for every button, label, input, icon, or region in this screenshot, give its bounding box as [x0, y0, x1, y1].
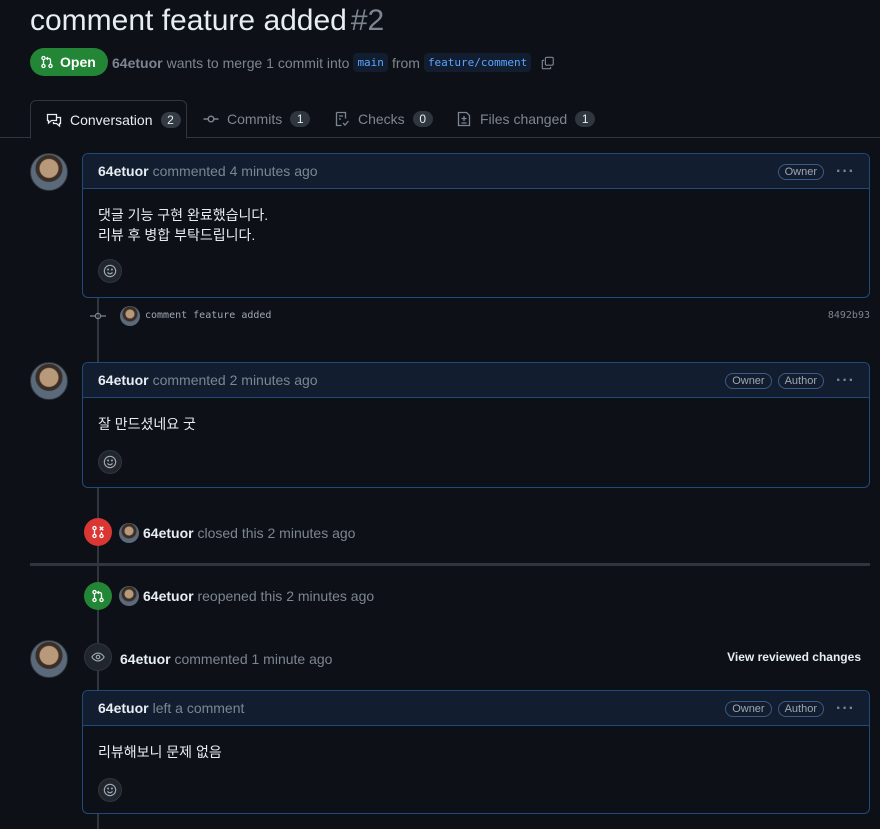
commit-event: comment feature added 8492b93 — [90, 306, 870, 326]
comment-meta[interactable]: commented 4 minutes ago — [153, 163, 318, 179]
comment-discussion-icon — [46, 113, 62, 127]
add-reaction-button[interactable] — [98, 259, 122, 283]
state-label: Open — [60, 54, 96, 70]
comment-author[interactable]: 64etuor — [98, 700, 149, 716]
comment-header: 64etuor commented 2 minutes ago Owner Au… — [83, 363, 869, 398]
comment-meta: left a comment — [152, 700, 245, 716]
tab-commits-label: Commits — [227, 111, 283, 127]
tab-checks[interactable]: Checks 0 — [334, 100, 433, 138]
author-badge: Author — [777, 372, 825, 389]
pr-title-text: comment feature added — [30, 4, 347, 37]
from-text: from — [391, 54, 420, 71]
closed-event-badge — [84, 518, 112, 546]
avatar[interactable] — [120, 306, 140, 326]
timeline-line — [97, 814, 99, 829]
comment-card: 64etuor commented 2 minutes ago Owner Au… — [82, 362, 870, 488]
timeline-divider — [30, 563, 870, 566]
commit-sha[interactable]: 8492b93 — [828, 310, 870, 321]
event-description: closed this 2 minutes ago — [197, 525, 356, 541]
comment-line: 리뷰해보니 문제 없음 — [98, 744, 222, 760]
state-badge: Open — [30, 48, 108, 76]
comment-header: 64etuor commented 4 minutes ago Owner ··… — [83, 154, 869, 189]
tab-conversation-label: Conversation — [70, 111, 153, 128]
comment-line: 잘 만드셨네요 굿 — [98, 416, 196, 432]
avatar[interactable] — [30, 153, 68, 191]
comment-card: 64etuor left a comment Owner Author ··· … — [82, 690, 870, 814]
owner-badge: Owner — [725, 372, 772, 389]
comment-card: 64etuor commented 4 minutes ago Owner ··… — [82, 153, 870, 298]
merge-text: wants to merge 1 commit into — [166, 54, 350, 71]
kebab-menu-icon[interactable]: ··· — [836, 700, 855, 718]
tab-conversation-count: 2 — [160, 111, 181, 128]
add-reaction-button[interactable] — [98, 450, 122, 474]
event-user[interactable]: 64etuor — [120, 651, 171, 667]
tab-files-changed-label: Files changed — [480, 111, 568, 127]
review-event-badge — [84, 643, 112, 671]
copy-icon[interactable] — [541, 56, 555, 70]
event-description: reopened this 2 minutes ago — [197, 588, 375, 604]
comment-body: 댓글 기능 구현 완료했습니다. 리뷰 후 병합 부탁드립니다. — [83, 189, 869, 283]
avatar[interactable] — [30, 362, 68, 400]
view-reviewed-changes-link[interactable]: View reviewed changes — [727, 650, 861, 664]
tab-checks-label: Checks — [358, 111, 405, 127]
avatar[interactable] — [119, 586, 139, 606]
merge-info: 64etuor wants to merge 1 commit into mai… — [112, 53, 555, 72]
tab-conversation[interactable]: Conversation 2 — [30, 100, 187, 139]
tab-files-changed[interactable]: Files changed 1 — [456, 100, 596, 138]
add-reaction-button[interactable] — [98, 778, 122, 802]
owner-badge: Owner — [725, 700, 772, 717]
comment-line: 리뷰 후 병합 부탁드립니다. — [98, 227, 256, 243]
eye-icon — [91, 652, 105, 662]
head-branch[interactable]: feature/comment — [423, 53, 532, 72]
tab-files-changed-count: 1 — [575, 111, 596, 127]
comment-header: 64etuor left a comment Owner Author ··· — [83, 691, 869, 726]
checklist-icon — [335, 111, 349, 127]
comment-meta[interactable]: commented 2 minutes ago — [153, 372, 318, 388]
tab-checks-count: 0 — [412, 111, 433, 127]
smiley-icon — [103, 783, 117, 797]
event-description[interactable]: commented 1 minute ago — [174, 651, 332, 667]
author-badge: Author — [777, 700, 825, 717]
comment-line: 댓글 기능 구현 완료했습니다. — [98, 207, 269, 223]
smiley-icon — [103, 455, 117, 469]
event-user[interactable]: 64etuor — [143, 588, 194, 604]
pr-title: comment feature added #2 — [30, 4, 384, 38]
comment-body: 리뷰해보니 문제 없음 — [83, 726, 869, 802]
comment-author[interactable]: 64etuor — [98, 163, 149, 179]
pr-tabs: Conversation 2 Commits 1 Checks 0 Files … — [0, 100, 880, 139]
git-pull-request-icon — [92, 589, 104, 603]
git-pull-request-closed-icon — [92, 525, 104, 539]
avatar[interactable] — [30, 640, 68, 678]
tab-commits[interactable]: Commits 1 — [203, 100, 311, 138]
commit-message[interactable]: comment feature added — [145, 310, 271, 321]
review-event-text: 64etuor commented 1 minute ago — [120, 651, 332, 667]
event-user[interactable]: 64etuor — [143, 525, 194, 541]
file-diff-icon — [457, 111, 471, 127]
comment-author[interactable]: 64etuor — [98, 372, 149, 388]
owner-badge: Owner — [777, 163, 825, 180]
reopened-event-text: 64etuor reopened this 2 minutes ago — [143, 588, 374, 604]
closed-event-text: 64etuor closed this 2 minutes ago — [143, 525, 355, 541]
comment-body: 잘 만드셨네요 굿 — [83, 398, 869, 474]
kebab-menu-icon[interactable]: ··· — [836, 372, 855, 390]
avatar[interactable] — [119, 523, 139, 543]
git-commit-icon — [203, 115, 219, 123]
tab-commits-count: 1 — [290, 111, 311, 127]
git-pull-request-icon — [41, 55, 53, 69]
base-branch[interactable]: main — [353, 53, 388, 72]
git-commit-icon — [90, 312, 106, 320]
kebab-menu-icon[interactable]: ··· — [836, 163, 855, 181]
pr-author-link[interactable]: 64etuor — [112, 55, 163, 71]
smiley-icon — [103, 264, 117, 278]
reopened-event-badge — [84, 582, 112, 610]
pr-number: #2 — [350, 4, 385, 37]
